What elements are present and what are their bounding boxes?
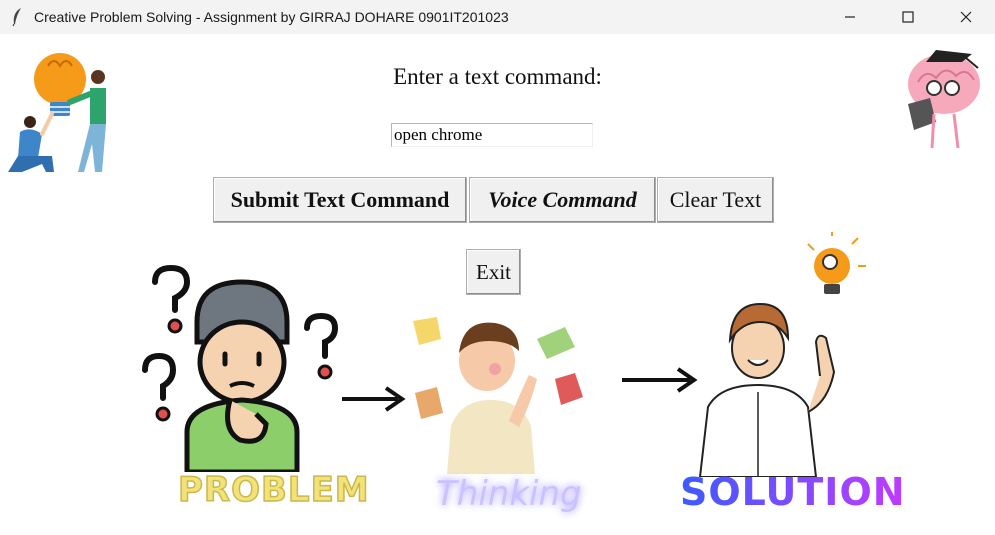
- window-controls: [821, 0, 995, 34]
- window-titlebar: Creative Problem Solving - Assignment by…: [0, 0, 995, 34]
- app-client-area: Enter a text command: Submit Text Comman…: [0, 34, 995, 535]
- text-command-input[interactable]: [391, 123, 593, 147]
- voice-command-button[interactable]: Voice Command: [469, 177, 656, 223]
- problem-label: PROBLEM: [177, 469, 370, 511]
- solution-label: SOLUTION: [680, 470, 906, 514]
- brain-reading-illustration: [908, 50, 980, 149]
- exit-button[interactable]: Exit: [466, 249, 521, 295]
- maximize-icon[interactable]: [879, 0, 937, 34]
- arrow-right-icon: [342, 386, 406, 412]
- thinking-label: Thinking: [436, 474, 582, 514]
- command-prompt-label: Enter a text command:: [393, 64, 602, 89]
- close-icon[interactable]: [937, 0, 995, 34]
- minimize-icon[interactable]: [821, 0, 879, 34]
- feather-icon: [6, 6, 28, 28]
- window-title: Creative Problem Solving - Assignment by…: [34, 9, 509, 25]
- arrow-right-icon: [622, 367, 698, 393]
- idea-man-illustration: [698, 232, 866, 477]
- submit-text-command-button[interactable]: Submit Text Command: [213, 177, 467, 223]
- thinking-boy-illustration: [413, 317, 583, 474]
- clear-text-button[interactable]: Clear Text: [657, 177, 774, 223]
- confused-boy-illustration: [142, 264, 339, 472]
